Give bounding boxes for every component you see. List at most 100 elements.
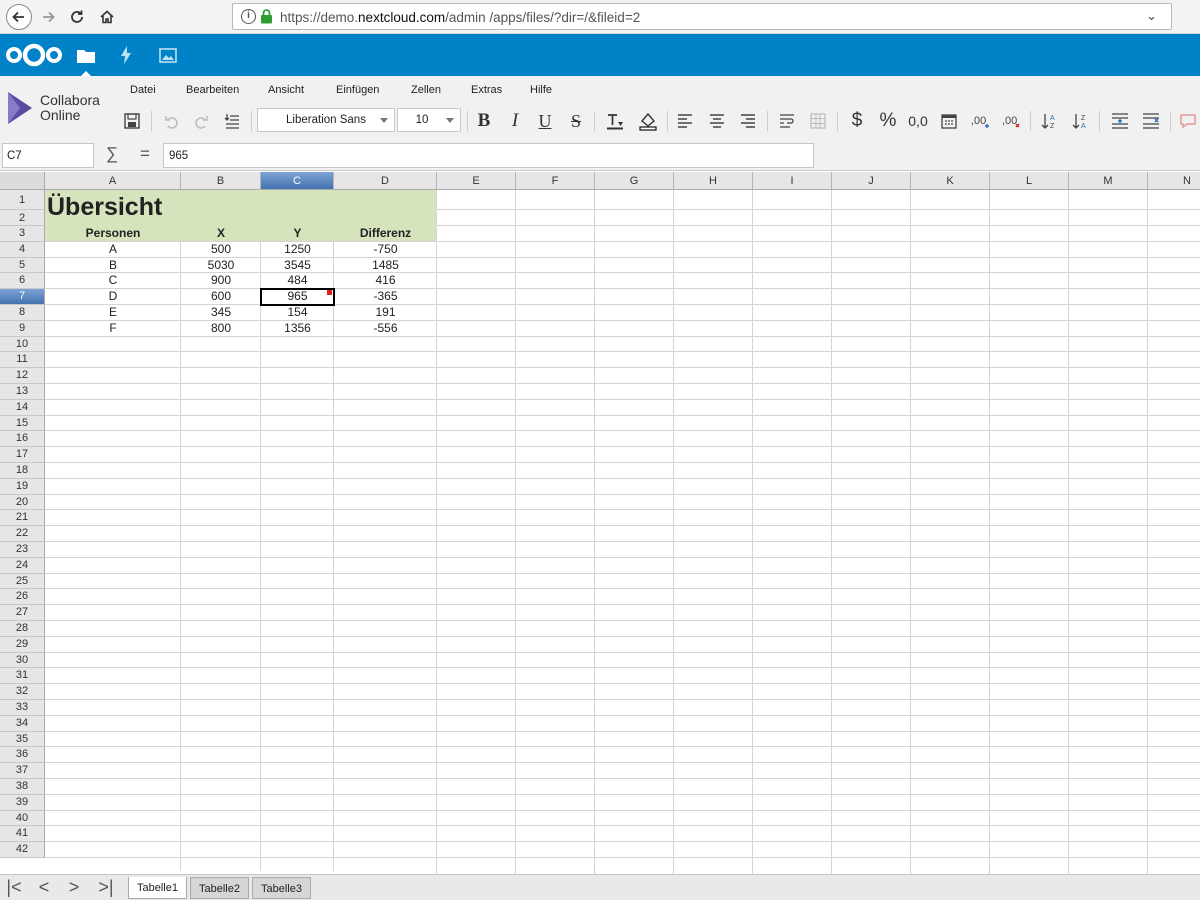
table-cell[interactable]: 1356 [261,321,334,337]
row-header-11[interactable]: 11 [0,352,45,369]
underline-button[interactable]: U [533,109,557,133]
bold-button[interactable]: B [472,109,496,133]
table-cell[interactable]: -556 [334,321,437,337]
row-header-41[interactable]: 41 [0,826,45,843]
row-header-38[interactable]: 38 [0,779,45,795]
spreadsheet-grid[interactable]: A B C D E F G H I J K L M N 1 2 3 4 5 6 7 8 9 10 11 12 13 14 15 16 17 1… [0,172,1200,874]
row-header-21[interactable]: 21 [0,510,45,527]
gallery-icon[interactable] [148,34,188,76]
table-cell[interactable]: 1250 [261,242,334,258]
row-header-10[interactable]: 10 [0,336,45,353]
column-header-d[interactable]: D [334,172,437,190]
column-header-e[interactable]: E [437,172,516,190]
row-header-42[interactable]: 42 [0,842,45,858]
column-header-h[interactable]: H [674,172,753,190]
row-header-20[interactable]: 20 [0,494,45,511]
menu-datei[interactable]: Datei [130,84,156,96]
row-header-29[interactable]: 29 [0,636,45,653]
table-cell[interactable]: 416 [334,273,437,289]
column-header-a[interactable]: A [45,172,181,190]
table-cell[interactable]: E [45,305,181,321]
row-header-26[interactable]: 26 [0,589,45,606]
table-cell[interactable]: 3545 [261,258,334,274]
table-cell[interactable]: 191 [334,305,437,321]
percent-button[interactable]: % [876,109,900,133]
table-header-cell[interactable]: Personen [45,226,181,242]
reload-button[interactable] [64,4,90,30]
delete-row-icon[interactable] [1139,109,1163,133]
wrap-text-icon[interactable] [775,109,799,133]
row-header-2[interactable]: 2 [0,210,45,226]
chevron-down-icon[interactable]: ⌄ [1146,8,1157,24]
cell-reference-box[interactable]: C7 [2,143,94,168]
column-header-c[interactable]: C [261,172,334,190]
table-cell[interactable]: -365 [334,289,437,305]
row-header-33[interactable]: 33 [0,700,45,716]
menu-hilfe[interactable]: Hilfe [530,84,552,96]
row-header-8[interactable]: 8 [0,305,45,321]
row-header-6[interactable]: 6 [0,273,45,290]
menu-einfuegen[interactable]: Einfügen [336,84,379,96]
strikethrough-button[interactable]: S [564,109,588,133]
row-header-34[interactable]: 34 [0,715,45,732]
sheet-tab-tabelle3[interactable]: Tabelle3 [252,877,311,899]
table-cell[interactable]: 600 [181,289,261,305]
forward-button[interactable] [35,4,61,30]
menu-zellen[interactable]: Zellen [411,84,441,96]
sort-descending-icon[interactable]: ZA [1068,109,1092,133]
date-format-icon[interactable] [937,109,961,133]
row-header-19[interactable]: 19 [0,478,45,495]
nextcloud-logo-icon[interactable] [4,40,64,70]
font-color-icon[interactable] [603,109,627,133]
save-icon[interactable] [120,109,144,133]
row-header-27[interactable]: 27 [0,605,45,621]
row-header-13[interactable]: 13 [0,384,45,400]
italic-button[interactable]: I [503,109,527,133]
function-icon[interactable]: = [140,144,150,164]
table-cell[interactable]: F [45,321,181,337]
decimal-format-button[interactable]: 0,0 [906,109,930,133]
row-header-24[interactable]: 24 [0,557,45,574]
row-header-14[interactable]: 14 [0,399,45,416]
sheet-tab-tabelle2[interactable]: Tabelle2 [190,877,249,899]
row-header-3[interactable]: 3 [0,226,45,242]
row-header-39[interactable]: 39 [0,794,45,811]
add-decimal-icon[interactable]: ,00 [968,109,992,133]
table-cell[interactable]: 800 [181,321,261,337]
sort-ascending-icon[interactable]: AZ [1037,109,1061,133]
row-header-12[interactable]: 12 [0,368,45,384]
align-right-icon[interactable] [736,109,760,133]
row-header-22[interactable]: 22 [0,526,45,542]
row-header-40[interactable]: 40 [0,810,45,827]
formula-input[interactable]: 965 [163,143,814,168]
address-bar[interactable]: i https://demo.nextcloud.com/admin /apps… [232,3,1172,30]
first-sheet-icon[interactable]: |< [3,877,25,898]
table-cell[interactable]: 900 [181,273,261,289]
info-icon[interactable]: i [241,9,256,24]
row-header-30[interactable]: 30 [0,652,45,669]
align-center-icon[interactable] [705,109,729,133]
table-header-cell[interactable]: X [181,226,261,242]
table-cell[interactable]: -750 [334,242,437,258]
row-header-4[interactable]: 4 [0,241,45,258]
row-header-37[interactable]: 37 [0,763,45,779]
column-header-m[interactable]: M [1069,172,1148,190]
remove-decimal-icon[interactable]: ,00 [999,109,1023,133]
table-cell[interactable]: C [45,273,181,289]
menu-bearbeiten[interactable]: Bearbeiten [186,84,239,96]
table-header-cell[interactable]: Differenz [334,226,437,242]
row-header-31[interactable]: 31 [0,668,45,685]
merge-cells-icon[interactable] [806,109,830,133]
last-sheet-icon[interactable]: >| [95,877,117,898]
row-header-17[interactable]: 17 [0,447,45,463]
sheet-tab-tabelle1[interactable]: Tabelle1 [128,877,187,899]
home-button[interactable] [94,4,120,30]
table-cell[interactable]: D [45,289,181,305]
row-header-35[interactable]: 35 [0,731,45,748]
row-header-16[interactable]: 16 [0,431,45,448]
menu-extras[interactable]: Extras [471,84,502,96]
table-cell[interactable]: 500 [181,242,261,258]
table-cell[interactable]: 345 [181,305,261,321]
currency-button[interactable]: $ [845,109,869,133]
back-button[interactable] [6,4,32,30]
